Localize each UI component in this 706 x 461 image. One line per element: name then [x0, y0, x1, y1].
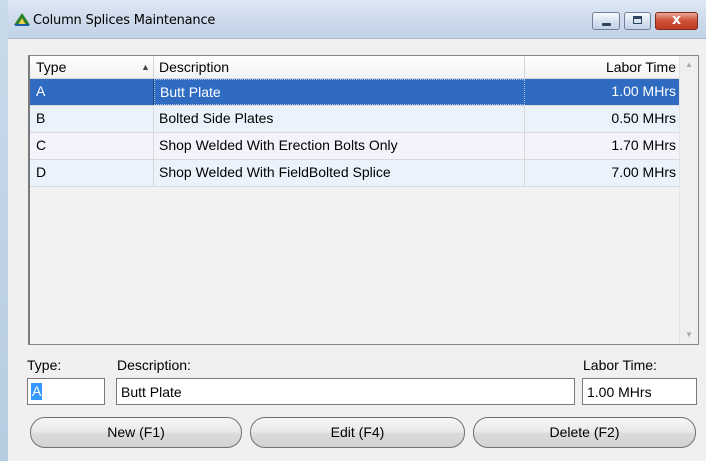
close-icon: x [671, 12, 682, 28]
cell-labor-time: 1.00 MHrs [525, 79, 681, 105]
scroll-down-icon[interactable]: ▼ [680, 326, 698, 344]
list-header: Type ▲ Description Labor Time [30, 56, 681, 79]
title-bar[interactable]: Column Splices Maintenance x [8, 0, 706, 39]
description-label: Description: [117, 357, 191, 373]
window-title: Column Splices Maintenance [33, 13, 216, 28]
column-header-type-label: Type [36, 59, 67, 75]
type-label: Type: [27, 357, 62, 373]
maximize-button[interactable] [624, 12, 651, 30]
labor-time-input[interactable] [582, 378, 697, 405]
description-input[interactable] [116, 378, 575, 405]
cell-type: A [30, 79, 154, 105]
cell-description: Shop Welded With FieldBolted Splice [154, 160, 525, 186]
app-icon [14, 13, 30, 26]
list-rows: A Butt Plate 1.00 MHrs B Bolted Side Pla… [30, 79, 681, 187]
minimize-button[interactable] [592, 12, 620, 30]
table-row[interactable]: A Butt Plate 1.00 MHrs [30, 79, 681, 106]
cell-description: Bolted Side Plates [154, 106, 525, 132]
sort-ascending-icon: ▲ [141, 62, 150, 72]
delete-button[interactable]: Delete (F2) [473, 417, 696, 448]
minimize-icon [602, 23, 611, 26]
new-button[interactable]: New (F1) [30, 417, 242, 448]
desktop-background [0, 0, 8, 461]
cell-type: C [30, 133, 154, 159]
labor-time-label: Labor Time: [583, 357, 657, 373]
edit-button[interactable]: Edit (F4) [250, 417, 465, 448]
table-row[interactable]: D Shop Welded With FieldBolted Splice 7.… [30, 160, 681, 187]
table-row[interactable]: B Bolted Side Plates 0.50 MHrs [30, 106, 681, 133]
column-header-description[interactable]: Description [154, 56, 525, 78]
maximize-icon [633, 16, 642, 24]
column-header-type[interactable]: Type ▲ [30, 56, 154, 78]
cell-description: Butt Plate [154, 79, 525, 105]
cell-labor-time: 0.50 MHrs [525, 106, 681, 132]
column-header-labor-time[interactable]: Labor Time [525, 56, 681, 78]
cell-labor-time: 7.00 MHrs [525, 160, 681, 186]
scroll-up-icon[interactable]: ▲ [680, 56, 698, 74]
cell-type: D [30, 160, 154, 186]
vertical-scrollbar[interactable]: ▲ ▼ [679, 56, 698, 344]
cell-labor-time: 1.70 MHrs [525, 133, 681, 159]
close-button[interactable]: x [655, 12, 698, 30]
maintenance-window: Column Splices Maintenance x Type ▲ Desc… [8, 0, 706, 461]
table-row[interactable]: C Shop Welded With Erection Bolts Only 1… [30, 133, 681, 160]
splices-list[interactable]: Type ▲ Description Labor Time A Butt Pla… [28, 55, 699, 345]
cell-description: Shop Welded With Erection Bolts Only [154, 133, 525, 159]
cell-type: B [30, 106, 154, 132]
type-input-selected-text: A [31, 383, 43, 400]
